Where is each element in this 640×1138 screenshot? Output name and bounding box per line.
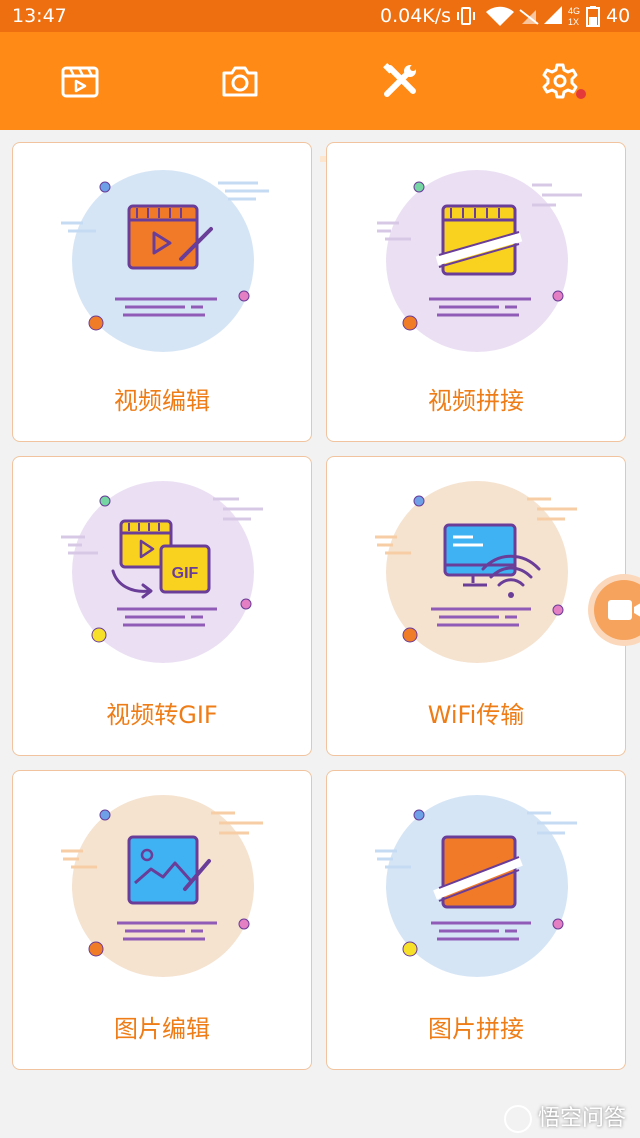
tab-video[interactable] [0,32,160,130]
image-merge-illustration [375,795,577,977]
card-image-edit[interactable]: 图片编辑 [12,770,312,1070]
watermark-text: 悟空问答 [538,1106,627,1131]
tab-camera[interactable] [160,32,320,130]
card-label: 图片编辑 [114,1015,210,1043]
video-to-gif-illustration: GIF [61,481,263,663]
watermark: 悟空问答 [504,1100,626,1133]
card-label: 视频拼接 [428,387,524,415]
camera-icon [222,66,258,97]
battery-level: 40 [606,5,631,27]
card-video-edit[interactable]: 视频编辑 [12,142,312,442]
watermark-logo-icon [504,1105,532,1133]
top-tab-bar [0,32,640,162]
card-wifi-transfer[interactable]: WiFi传输 [326,456,626,756]
video-merge-illustration [377,170,582,352]
image-edit-illustration [61,795,263,977]
signal-4g-label: 4G [568,6,580,16]
vibrate-icon [457,7,475,25]
status-bar: 13:47 0.04K/s 4G 1X 40 [0,0,640,32]
wifi-transfer-illustration [375,481,577,663]
no-signal-icon [519,9,539,25]
card-image-merge[interactable]: 图片拼接 [326,770,626,1070]
card-label: WiFi传输 [427,701,525,729]
card-video-merge[interactable]: 视频拼接 [326,142,626,442]
status-time: 13:47 [12,5,67,27]
signal-1x-label: 1X [568,17,579,27]
card-label: 视频转GIF [106,701,218,729]
wifi-icon [486,6,514,26]
card-video-to-gif[interactable]: GIF 视频转GIF [12,456,312,756]
status-net-speed: 0.04K/s [380,5,452,27]
battery-icon [586,6,600,27]
signal-icon [544,6,562,24]
card-label: 视频编辑 [114,387,210,415]
card-label: 图片拼接 [428,1015,524,1043]
settings-icon [542,63,578,99]
settings-badge [576,89,586,99]
tools-icon [383,63,416,97]
gif-text: GIF [172,565,199,582]
status-icons: 4G 1X [457,6,600,27]
tab-settings[interactable] [480,32,640,130]
video-camera-icon [608,600,640,620]
tab-tools[interactable] [320,32,480,130]
video-edit-illustration [61,170,269,352]
video-clip-icon [61,66,99,98]
